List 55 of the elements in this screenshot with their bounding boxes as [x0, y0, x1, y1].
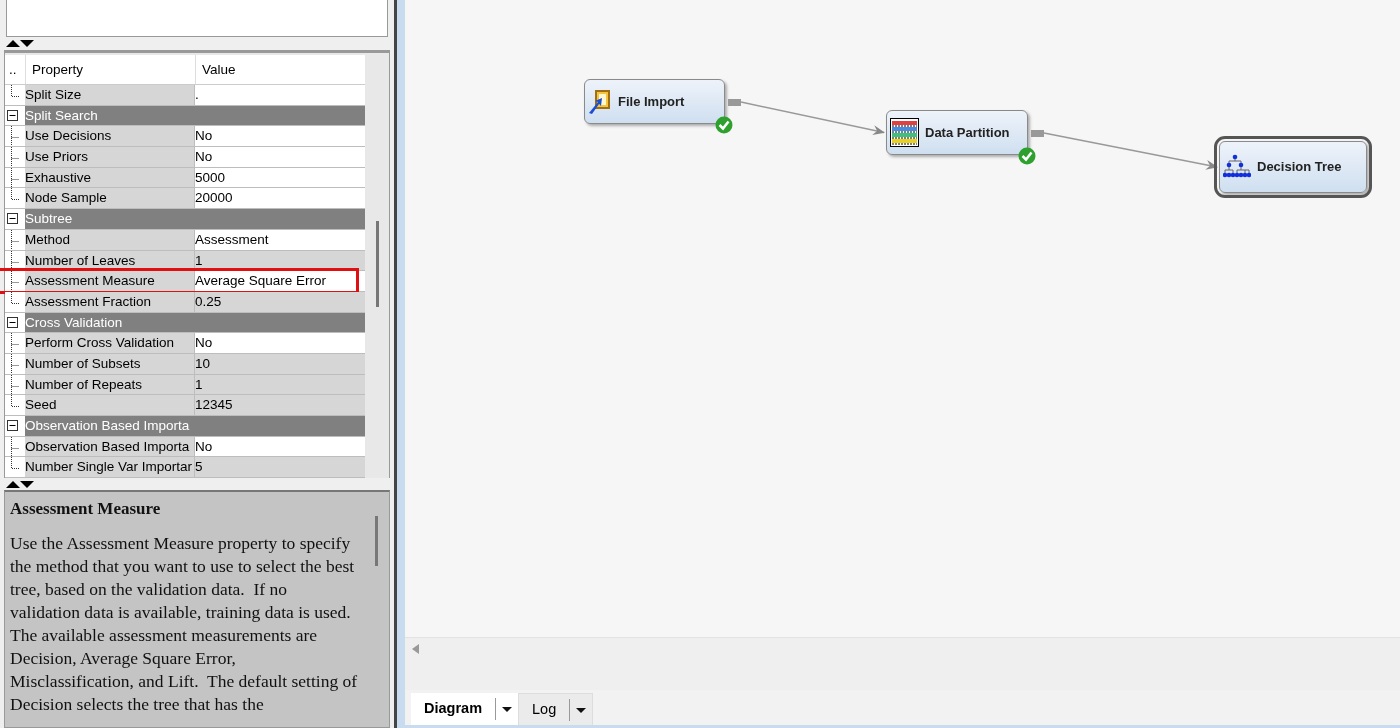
property-name: Assessment Measure	[25, 271, 195, 291]
property-name: Number of Subsets	[25, 353, 195, 374]
scrollbar-thumb[interactable]	[375, 221, 379, 307]
process-node[interactable]: Data Partition	[886, 110, 1028, 155]
process-node[interactable]: File Import	[584, 79, 725, 124]
property-value[interactable]: 12345	[195, 395, 365, 415]
group-header: Split Search	[25, 106, 98, 125]
property-value[interactable]: 1	[195, 374, 365, 395]
property-value[interactable]: No	[195, 147, 365, 167]
property-value[interactable]: 5	[195, 457, 365, 478]
property-value[interactable]: No	[195, 333, 365, 353]
property-value[interactable]: .	[195, 85, 365, 105]
property-name: Node Sample	[25, 188, 195, 209]
import-arrow-icon	[588, 88, 612, 115]
property-name: Use Priors	[25, 147, 195, 167]
property-name: Split Size	[25, 85, 195, 105]
column-header[interactable]: Property	[25, 55, 195, 84]
property-name: Observation Based Importa	[25, 436, 195, 457]
tree-connector-icon	[11, 85, 19, 97]
node-label: Data Partition	[925, 123, 1010, 142]
property-value[interactable]: No	[195, 126, 365, 147]
property-value[interactable]: 5000	[195, 167, 365, 188]
splitter-arrows-icon[interactable]	[4, 479, 36, 489]
property-value[interactable]: 0.25	[195, 291, 365, 312]
property-name: Seed	[25, 395, 195, 415]
scrollbar-thumb[interactable]	[374, 516, 378, 566]
collapse-icon[interactable]	[7, 213, 18, 225]
property-name: Assessment Fraction	[25, 291, 195, 312]
property-value[interactable]: 20000	[195, 188, 365, 209]
help-text: Use the Assessment Measure property to specify the method that you want to use to select the best tree, based on the validation data. If no validation data is available, training data is used. The available assessment measurements are Decision, Average Square Error, Misclassification, and Lift. The default setting of Decision selects the tree that has the	[10, 532, 359, 716]
data-grid-icon	[890, 118, 919, 147]
property-name: Use Decisions	[25, 126, 195, 147]
collapse-icon[interactable]	[7, 110, 18, 122]
node-label: Decision Tree	[1257, 158, 1342, 177]
property-name: Method	[25, 229, 195, 250]
property-value[interactable]: 10	[195, 353, 365, 374]
group-header: Cross Validation	[25, 313, 123, 332]
property-value[interactable]: No	[195, 436, 365, 457]
property-name: Number Single Var Importar	[25, 457, 195, 478]
property-value[interactable]: Assessment	[195, 229, 365, 250]
property-name: Number of Repeats	[25, 374, 195, 395]
group-header: Observation Based Importa	[25, 417, 190, 435]
property-name: Exhaustive	[25, 167, 195, 188]
collapse-icon[interactable]	[7, 316, 18, 328]
node-label: File Import	[618, 92, 685, 111]
tab[interactable]: Log	[518, 693, 594, 725]
column-header[interactable]: Value	[195, 55, 365, 84]
collapse-icon[interactable]	[7, 420, 18, 432]
tab[interactable]: Diagram	[411, 693, 519, 725]
help-title: Assessment Measure	[10, 498, 162, 520]
group-header: Subtree	[25, 210, 73, 229]
property-value[interactable]: Average Square Error	[195, 271, 365, 291]
splitter-arrows-icon[interactable]	[4, 39, 36, 48]
column-header[interactable]: ..	[5, 55, 25, 84]
property-name: Perform Cross Validation	[25, 333, 195, 353]
